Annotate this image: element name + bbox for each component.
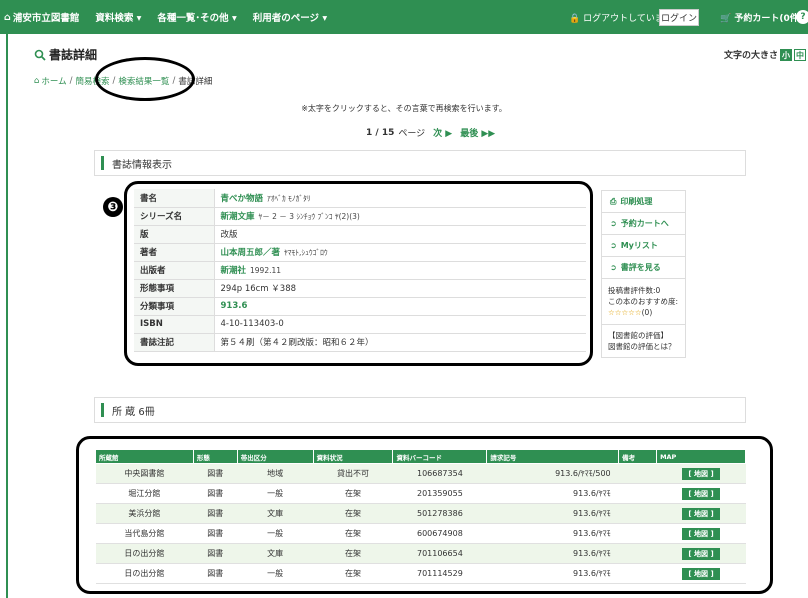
left-accent-line (6, 34, 8, 598)
cart-link[interactable]: 🛒 予約カート(0件) (720, 11, 803, 24)
login-status: 🔒 ログアウトしています (569, 14, 673, 24)
home-icon: ⌂ (34, 76, 40, 86)
font-size-control: 文字の大きさ 小 中 大 (724, 48, 808, 61)
page-word: ページ (398, 129, 426, 139)
section-accent-bar (101, 403, 104, 417)
login-button[interactable]: ログイン (659, 9, 699, 26)
help-icon[interactable]: ? (796, 10, 808, 24)
printer-icon: ⎙ (610, 196, 617, 206)
page-position: 1 / 15 (366, 127, 395, 138)
home-icon: ⌂ (4, 11, 11, 23)
section-accent-bar (101, 156, 104, 170)
recommend-label: この本のおすすめ度: (608, 297, 679, 306)
bib-section-header: 書誌情報表示 (94, 150, 746, 176)
library-eval-help-link[interactable]: 図書館の評価とは？ (608, 341, 679, 352)
holdings-section-header: 所 蔵 6冊 (94, 397, 746, 423)
lock-icon: 🔒 (569, 14, 581, 24)
view-reviews-button[interactable]: ➲ 書評を見る (602, 257, 685, 279)
circle-arrow-icon: ➲ (610, 263, 617, 272)
annotation-ellipse (95, 57, 195, 101)
bib-section-title: 書誌情報表示 (112, 159, 172, 171)
library-eval-label: 【図書館の評価】 (608, 331, 668, 340)
annotation-rectangle (124, 181, 593, 366)
font-size-small-button[interactable]: 小 (780, 48, 793, 61)
print-button[interactable]: ⎙ 印刷処理 (602, 191, 685, 213)
mylist-button[interactable]: ➲ Myリスト (602, 235, 685, 257)
nav-lists-menu[interactable]: 各種一覧･その他 ▾ (157, 10, 236, 24)
font-size-label: 文字の大きさ (724, 51, 779, 61)
library-evaluation: 【図書館の評価】 図書館の評価とは？ (602, 325, 685, 357)
breadcrumb-separator: / (69, 76, 73, 86)
review-count: 投稿書評件数:0 (608, 286, 661, 295)
cart-icon: 🛒 (720, 14, 732, 24)
search-note: ※太字をクリックすると、その言葉で再検索を行います。 (301, 104, 507, 113)
page-title: 書誌詳細 (34, 46, 97, 63)
library-home-link[interactable]: ⌂ 浦安市立図書館 (4, 10, 80, 25)
annotation-number: ❸ (103, 197, 123, 217)
last-page-link[interactable]: 最後 ▶▶ (460, 126, 495, 139)
library-name: 浦安市立図書館 (12, 13, 80, 24)
nav-search-menu[interactable]: 資料検索 ▾ (95, 10, 141, 24)
holdings-section-title: 所 蔵 6冊 (112, 406, 155, 418)
search-icon (34, 49, 46, 61)
nav-user-menu[interactable]: 利用者のページ ▾ (253, 10, 327, 24)
add-to-cart-button[interactable]: ➲ 予約カートへ (602, 213, 685, 235)
rating: ☆☆☆☆☆(0) (608, 307, 679, 318)
circle-arrow-icon: ➲ (610, 241, 617, 250)
star-icons: ☆☆☆☆☆ (608, 308, 642, 317)
font-size-medium-button[interactable]: 中 (794, 48, 807, 61)
next-page-link[interactable]: 次 ▶ (433, 126, 452, 139)
action-panel: ⎙ 印刷処理 ➲ 予約カートへ ➲ Myリスト ➲ 書評を見る 投稿書評件数:0… (601, 190, 686, 358)
rating-count: (0) (641, 308, 653, 317)
breadcrumb-home[interactable]: ホーム (41, 75, 66, 87)
pager: 1 / 15 ページ 次 ▶ 最後 ▶▶ (366, 126, 495, 140)
circle-arrow-icon: ➲ (610, 219, 617, 228)
annotation-rectangle (76, 436, 773, 594)
review-summary: 投稿書評件数:0 この本のおすすめ度: ☆☆☆☆☆(0) (602, 279, 685, 325)
top-bar: ⌂ 浦安市立図書館 資料検索 ▾ 各種一覧･その他 ▾ 利用者のページ ▾ 🔒 … (0, 0, 808, 34)
